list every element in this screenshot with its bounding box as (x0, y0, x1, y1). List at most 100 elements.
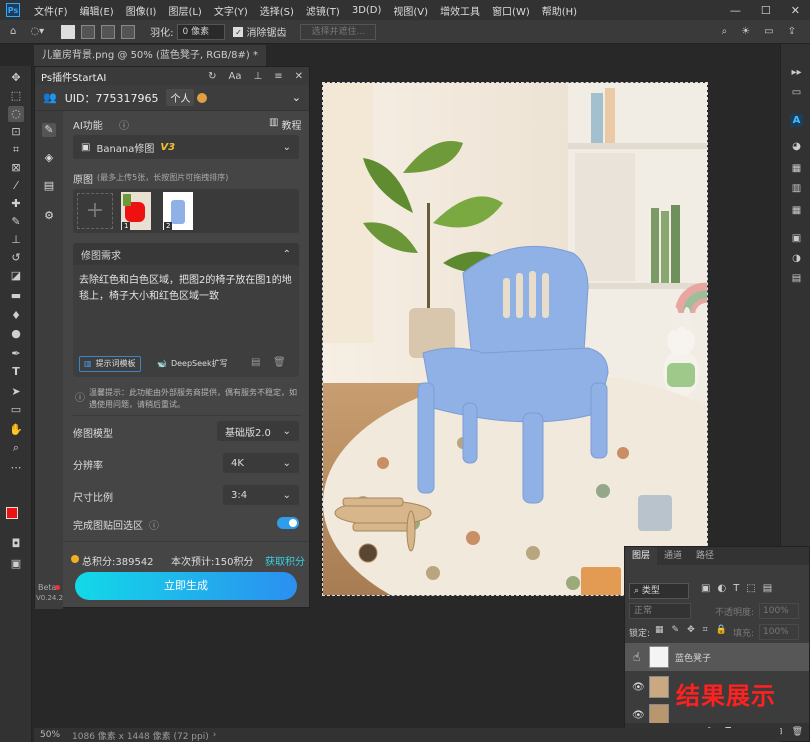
crop-tool-icon[interactable]: ⌗ (8, 142, 24, 158)
resolution-select[interactable]: 4K ⌄ (223, 453, 299, 473)
color-panel-icon[interactable]: ◕ (790, 140, 803, 153)
lasso-tool-icon[interactable]: ◌ (8, 106, 24, 122)
menu-icon[interactable]: ≡ (274, 71, 282, 82)
model-select[interactable]: 基础版2.0 ⌄ (217, 421, 299, 441)
maximize-button[interactable]: ☐ (761, 4, 771, 17)
layer-filter-select[interactable]: ⌕ 类型 (629, 583, 689, 599)
marquee-tool-icon[interactable]: ⬚ (8, 88, 24, 104)
pin-icon[interactable]: ⊥ (254, 71, 263, 82)
layer-row[interactable]: ☝ 蓝色凳子 (625, 643, 809, 671)
intersect-selection-icon[interactable] (121, 24, 136, 39)
add-selection-icon[interactable] (81, 24, 96, 39)
swatches-icon[interactable]: ▦ (790, 162, 803, 175)
libraries-icon[interactable]: ▣ (790, 232, 803, 245)
path-select-icon[interactable]: ➤ (8, 384, 24, 400)
search-icon[interactable]: ⌕ (722, 26, 728, 37)
layers-stack-icon[interactable]: ◈ (42, 151, 56, 165)
chevron-down-icon[interactable]: ⌄ (292, 91, 301, 104)
tab-channels[interactable]: 通道 (657, 547, 689, 565)
clipboard-icon[interactable]: ▤ (42, 179, 56, 193)
move-tool-icon[interactable]: ✥ (8, 70, 24, 86)
menu-window[interactable]: 窗口(W) (486, 3, 536, 18)
foreground-color-swatch[interactable] (6, 507, 18, 519)
home-icon[interactable]: ⌂ (10, 26, 16, 37)
minimize-button[interactable]: — (730, 4, 741, 17)
tab-layers[interactable]: 图层 (625, 547, 658, 565)
history-brush-icon[interactable]: ↺ (8, 250, 24, 266)
antialias-checkbox[interactable]: ✓ (233, 26, 244, 37)
quick-mask-icon[interactable]: ◘ (8, 536, 24, 552)
get-points-link[interactable]: 获取积分 (265, 553, 305, 568)
source-thumb-2[interactable]: 2 (163, 192, 193, 230)
document-tab[interactable]: 儿童房背景.png @ 50% (蓝色凳子, RGB/8#) * (34, 45, 266, 66)
ratio-select[interactable]: 3:4 ⌄ (223, 485, 299, 505)
menu-filter[interactable]: 滤镜(T) (300, 3, 346, 18)
comments-icon[interactable]: ▭ (790, 86, 803, 99)
deepseek-expand-button[interactable]: 🐋 DeepSeek扩写 (153, 356, 232, 372)
chevron-up-icon[interactable]: ⌃ (283, 249, 291, 260)
type-tool-icon[interactable]: T (8, 364, 24, 380)
menu-help[interactable]: 帮助(H) (536, 3, 583, 18)
prompt-template-button[interactable]: ▥ 提示词模板 (79, 356, 141, 372)
subtract-selection-icon[interactable] (101, 24, 116, 39)
menu-edit[interactable]: 编辑(E) (74, 3, 120, 18)
menu-layer[interactable]: 图层(L) (162, 3, 207, 18)
menu-view[interactable]: 视图(V) (387, 3, 434, 18)
close-icon[interactable]: ✕ (295, 71, 303, 82)
blur-tool-icon[interactable]: ♦ (8, 308, 24, 324)
info-icon[interactable]: ⓘ (149, 517, 159, 532)
feather-input[interactable]: 0 像素 (177, 23, 226, 40)
healing-brush-icon[interactable]: ✚ (8, 196, 24, 212)
select-and-mask-button[interactable]: 选择并遮住... (300, 23, 377, 40)
settings-icon[interactable]: ⚙ (42, 209, 56, 223)
fill-input[interactable]: 100% (759, 624, 799, 640)
lock-transparent-icon[interactable]: ▦ (655, 625, 664, 635)
chevron-right-icon[interactable]: › (213, 730, 217, 740)
object-select-tool-icon[interactable]: ⊡ (8, 124, 24, 140)
refresh-icon[interactable]: ↻ (208, 71, 216, 82)
opacity-input[interactable]: 100% (759, 603, 799, 619)
paste-back-toggle[interactable] (277, 517, 299, 529)
edit-icon[interactable]: ✎ (42, 123, 56, 137)
generate-button[interactable]: 立即生成 (75, 572, 297, 600)
lock-artboard-icon[interactable]: ⌗ (703, 625, 708, 635)
frame-tool-icon[interactable]: ⊠ (8, 160, 24, 176)
startai-plugin-icon[interactable]: A (790, 114, 803, 127)
lock-all-icon[interactable]: 🔒 (716, 625, 727, 635)
tab-paths[interactable]: 路径 (689, 547, 721, 565)
clone-stamp-icon[interactable]: ⊥ (8, 232, 24, 248)
requirement-textarea[interactable]: 去除红色和白色区域，把图2的椅子放在图1的地毯上，椅子大小和红色区域一致 (73, 265, 299, 313)
add-image-button[interactable]: + (77, 193, 113, 229)
lock-pixels-icon[interactable]: ✎ (672, 625, 680, 635)
history-icon[interactable]: ▤ (251, 357, 260, 368)
function-select[interactable]: ▣ Banana修图 V3 ⌄ (73, 135, 299, 159)
lasso-tool-icon[interactable]: ◌▾ (30, 26, 44, 37)
lock-position-icon[interactable]: ✥ (687, 625, 695, 635)
dodge-tool-icon[interactable]: ● (8, 326, 24, 342)
zoom-level[interactable]: 50% (40, 730, 60, 740)
patterns-icon[interactable]: ▦ (790, 204, 803, 217)
menu-select[interactable]: 选择(S) (254, 3, 300, 18)
share-icon[interactable]: ⇪ (788, 26, 796, 37)
layer-name[interactable]: 蓝色凳子 (675, 651, 711, 664)
eyedropper-tool-icon[interactable]: ⁄ (8, 178, 24, 194)
eye-icon[interactable]: 👁 (632, 682, 645, 693)
new-selection-icon[interactable] (61, 24, 76, 39)
eraser-tool-icon[interactable]: ◪ (8, 268, 24, 284)
lightbulb-icon[interactable]: ☀ (741, 26, 750, 37)
menu-type[interactable]: 文字(Y) (208, 3, 254, 18)
pixel-filter-icon[interactable]: ▣ (701, 583, 710, 594)
gradient-tool-icon[interactable]: ▬ (8, 288, 24, 304)
menu-3d[interactable]: 3D(D) (346, 5, 388, 16)
adjustment-filter-icon[interactable]: ◐ (717, 583, 726, 594)
shape-filter-icon[interactable]: ⬚ (746, 583, 755, 594)
gradients-icon[interactable]: ▥ (790, 182, 803, 195)
brush-tool-icon[interactable]: ✎ (8, 214, 24, 230)
close-window-button[interactable]: ✕ (791, 4, 800, 17)
history-panel-icon[interactable]: ▸▸ (790, 66, 803, 79)
eye-icon[interactable]: 👁 (632, 710, 645, 721)
workspace-icon[interactable]: ▭ (764, 26, 773, 37)
font-size-icon[interactable]: Aa (229, 71, 242, 82)
more-tools-icon[interactable]: ⋯ (8, 460, 24, 476)
menu-file[interactable]: 文件(F) (28, 3, 74, 18)
